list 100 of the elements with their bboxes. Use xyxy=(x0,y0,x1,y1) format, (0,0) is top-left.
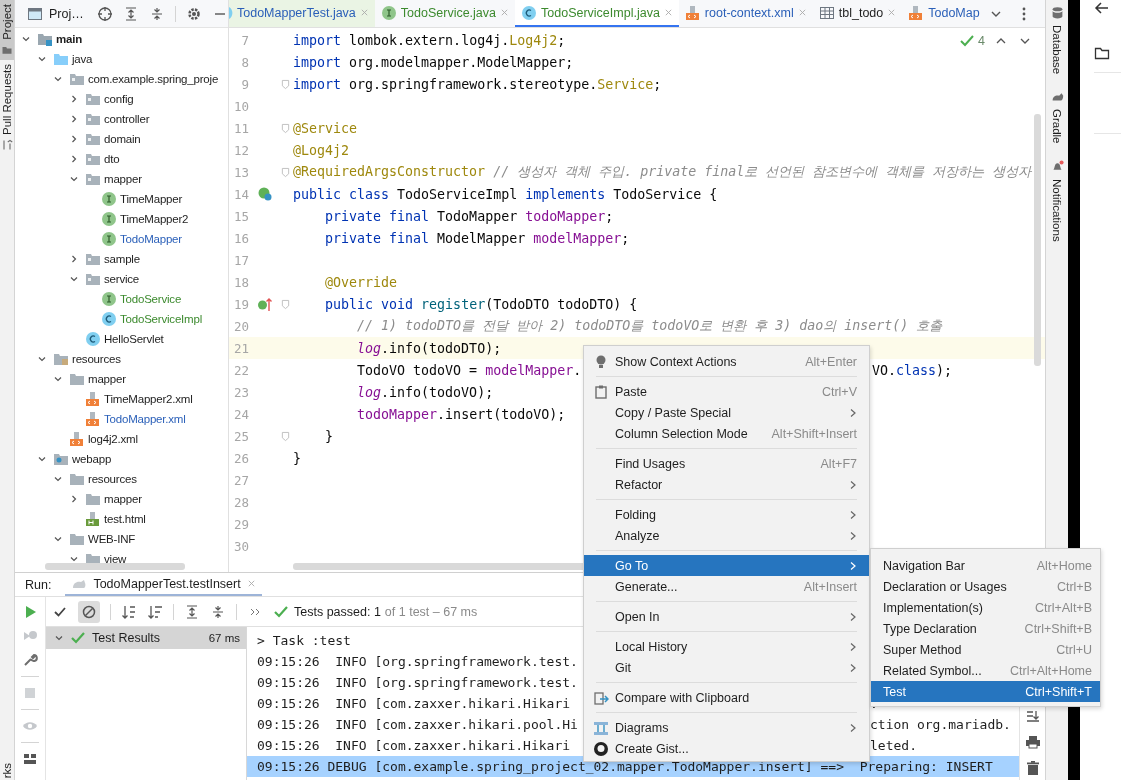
console-line: leted. xyxy=(870,737,917,755)
tree-item[interactable]: mapper xyxy=(88,373,126,385)
line-number: 16 xyxy=(232,230,249,246)
line-number: 18 xyxy=(232,274,249,290)
tool-window-tab[interactable]: Notifications xyxy=(1050,159,1064,242)
tree-item[interactable]: TodoServiceImpl xyxy=(120,313,202,325)
tree-item[interactable]: TodoMapper.xml xyxy=(104,413,186,425)
menu-item[interactable]: Create Gist... xyxy=(584,738,869,759)
editor-tab[interactable]: root-context.xml xyxy=(678,0,813,27)
tool-window-tab[interactable]: rks xyxy=(1,762,13,778)
menu-item[interactable]: Generate... Alt+Insert xyxy=(584,576,869,597)
tool-window-tab[interactable]: Project xyxy=(0,0,14,60)
menu-item[interactable]: Folding xyxy=(584,504,869,525)
line-number: 8 xyxy=(240,54,249,70)
line-number: 9 xyxy=(240,76,249,92)
line-number: 11 xyxy=(232,120,249,136)
tree-item[interactable]: config xyxy=(104,93,134,105)
code-line: @Log4j2 xyxy=(293,142,350,158)
tree-item[interactable]: sample xyxy=(104,253,140,265)
tree-item[interactable]: TimeMapper2.xml xyxy=(104,393,193,405)
line-number: 25 xyxy=(232,428,249,444)
menu-item[interactable]: Compare with Clipboard xyxy=(584,687,869,708)
line-number: 24 xyxy=(232,406,249,422)
line-number: 29 xyxy=(232,516,249,532)
menu-item[interactable]: Open In xyxy=(584,606,869,627)
menu-item[interactable]: Show Context Actions Alt+Enter xyxy=(584,351,869,372)
line-number: 19 xyxy=(232,296,249,312)
tree-item[interactable]: TodoService xyxy=(120,293,182,305)
menu-item[interactable]: Refactor xyxy=(584,474,869,495)
tree-item[interactable]: service xyxy=(104,273,140,285)
menu-item[interactable]: Super Method Ctrl+U xyxy=(871,639,1100,660)
panel-title[interactable]: Proj… xyxy=(27,5,87,22)
menu-item[interactable]: Local History xyxy=(584,636,869,657)
code-line: public class TodoServiceImpl implements TodoService { xyxy=(293,186,718,202)
test-status: Tests passed: 1 xyxy=(294,604,381,619)
menu-item[interactable]: Git xyxy=(584,657,869,678)
menu-item[interactable]: Column Selection Mode Alt+Shift+Insert xyxy=(584,423,869,444)
editor-tab[interactable]: TodoMap xyxy=(902,0,986,27)
menu-item[interactable]: Analyze xyxy=(584,525,869,546)
line-number: 23 xyxy=(232,384,249,400)
tree-item[interactable]: TimeMapper2 xyxy=(120,213,189,225)
console-line: 09:15:26 INFO [com.zaxxer.hikari.pool.Hi xyxy=(257,717,578,732)
tree-item[interactable]: dto xyxy=(104,153,120,165)
editor-tab[interactable]: tbl_todo xyxy=(812,0,903,27)
tree-item[interactable]: mapper xyxy=(104,493,142,505)
tree-item[interactable]: TimeMapper xyxy=(120,193,183,205)
tree-item[interactable]: resources xyxy=(88,473,137,485)
tree-item[interactable]: java xyxy=(72,53,93,65)
menu-item[interactable]: Diagrams xyxy=(584,717,869,738)
tree-item[interactable]: HelloServlet xyxy=(104,333,164,345)
line-number: 10 xyxy=(232,98,249,114)
code-line: log.info(todoDTO); xyxy=(356,340,502,356)
code-line: @Service xyxy=(293,120,358,136)
run-tab[interactable]: TodoMapperTest.testInsert xyxy=(65,573,262,596)
menu-item[interactable]: Implementation(s) Ctrl+Alt+B xyxy=(871,597,1100,618)
inspection-count[interactable]: 4 xyxy=(959,33,985,49)
tree-item[interactable]: domain xyxy=(104,133,141,145)
menu-item[interactable]: Navigation Bar Alt+Home xyxy=(871,555,1100,576)
code-line: } xyxy=(324,428,334,444)
console-line: 09:15:26 INFO [com.zaxxer.hikari.Hikari xyxy=(257,696,571,711)
console-line: 09:15:26 DEBUG [com.example.spring_project_02.mapper.TodoMapper.insert] ==> Preparing: INSERT xyxy=(257,759,993,774)
console-line: 09:15:26 INFO [org.springframework.test. xyxy=(257,654,578,669)
code-line: import lombok.extern.log4j.Log4j2; xyxy=(293,32,566,48)
menu-item[interactable]: Test Ctrl+Shift+T xyxy=(871,681,1100,702)
tree-item[interactable]: TodoMapper xyxy=(120,233,182,245)
line-number: 20 xyxy=(232,318,249,334)
menu-item[interactable]: Declaration or Usages Ctrl+B xyxy=(871,576,1100,597)
tree-item[interactable]: com.example.spring_proje xyxy=(88,73,219,85)
console-line: > Task :test xyxy=(257,633,351,648)
code-line: @RequiredArgsConstructor // 생성자 객체 주입. private final로 선언된 참조변수에 객체를 저장하는 생성자 xyxy=(293,163,1032,181)
tool-window-tab[interactable]: Gradle xyxy=(1050,90,1064,144)
menu-item[interactable]: Related Symbol... Ctrl+Alt+Home xyxy=(871,660,1100,681)
menu-item[interactable]: Go To xyxy=(584,555,869,576)
menu-item[interactable]: Copy / Paste Special xyxy=(584,402,869,423)
code-line: VO.class); xyxy=(872,362,953,378)
tree-item[interactable]: WEB-INF xyxy=(88,533,136,545)
tree-item[interactable]: controller xyxy=(104,113,150,125)
code-line: log.info(todoVO); xyxy=(356,384,494,400)
menu-item[interactable]: Type Declaration Ctrl+Shift+B xyxy=(871,618,1100,639)
tool-window-tab[interactable]: Database xyxy=(1050,6,1064,75)
test-status: of 1 test – 67 ms xyxy=(384,604,478,619)
tool-window-tab[interactable]: Pull Requests xyxy=(0,59,14,155)
tree-item[interactable]: log4j2.xml xyxy=(88,433,138,445)
panel-title: Run: xyxy=(25,577,52,592)
menu-item[interactable]: Find Usages Alt+F7 xyxy=(584,453,869,474)
tree-item[interactable]: webapp xyxy=(72,453,112,465)
code-line: todoMapper.insert(todoVO); xyxy=(356,406,566,422)
tree-item[interactable]: mapper xyxy=(104,173,142,185)
editor-tab[interactable]: TodoMapperTest.java xyxy=(229,0,375,27)
tree-item[interactable]: main xyxy=(56,33,83,45)
menu-item[interactable]: Paste Ctrl+V xyxy=(584,381,869,402)
line-number: 7 xyxy=(240,32,249,48)
tree-item[interactable]: view xyxy=(104,553,127,565)
editor-tab[interactable]: TodoService.java xyxy=(374,0,516,27)
console-line: 09:15:26 INFO [org.springframework.test. xyxy=(257,675,578,690)
test-result-row[interactable]: Test Results 67 ms xyxy=(46,627,246,649)
tree-item[interactable]: test.html xyxy=(104,513,146,525)
editor-tab[interactable]: TodoServiceImpl.java xyxy=(515,0,679,27)
tree-item[interactable]: resources xyxy=(72,353,121,365)
line-number: 15 xyxy=(232,208,249,224)
